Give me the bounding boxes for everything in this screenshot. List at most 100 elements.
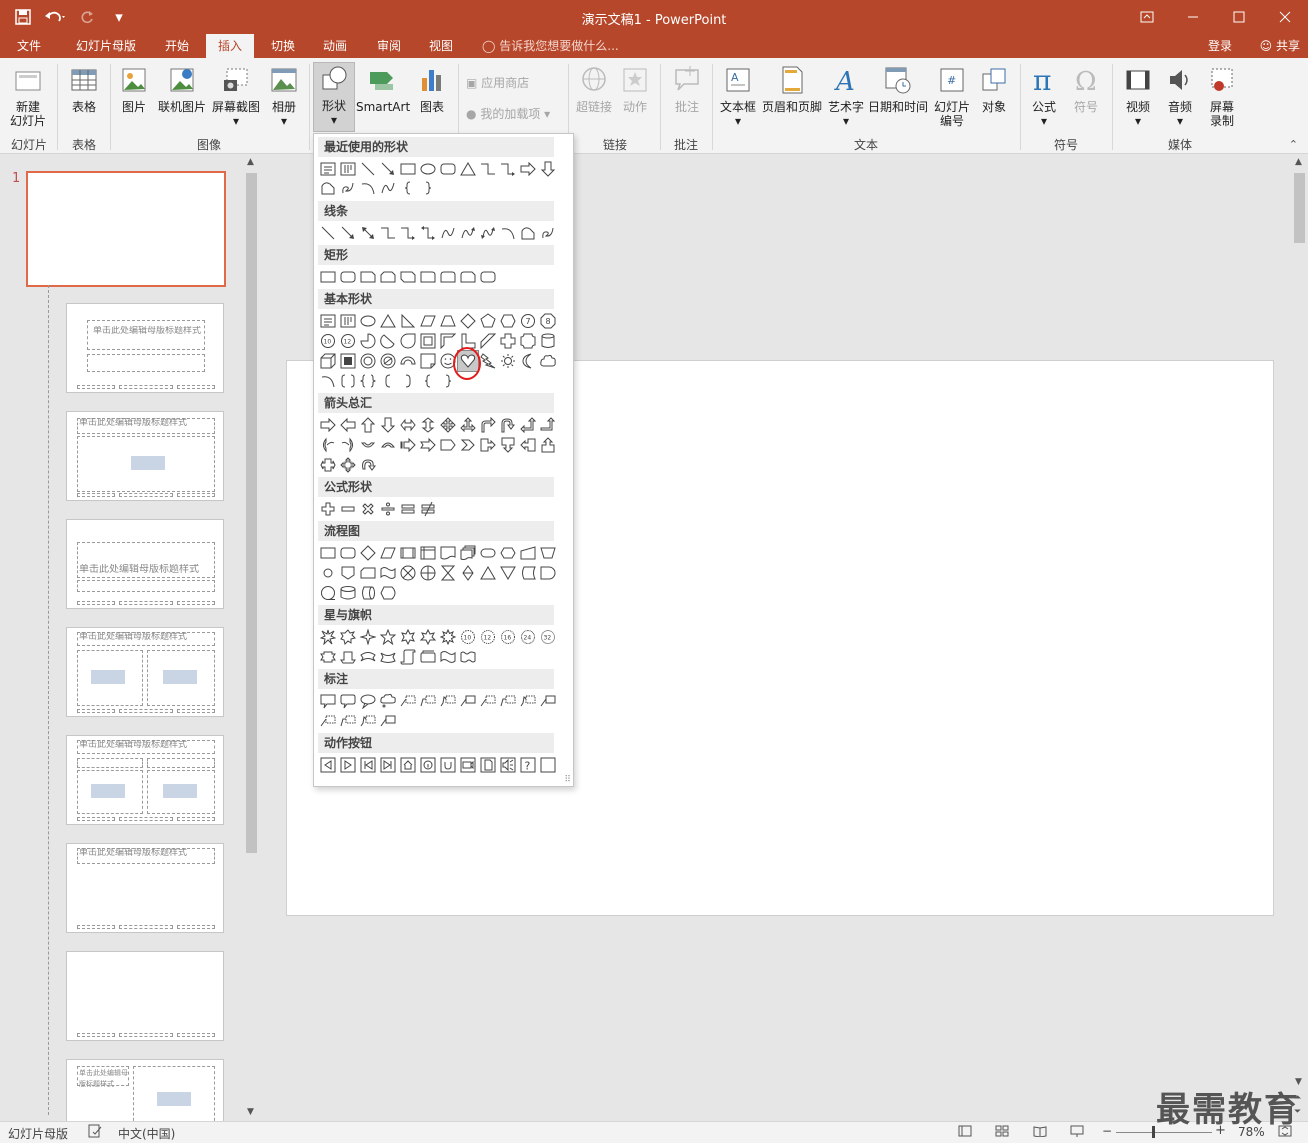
cross-shape-icon[interactable]	[498, 331, 518, 351]
scroll-up-icon[interactable]: ▲	[1295, 157, 1302, 167]
comment-button[interactable]: 批注	[666, 64, 708, 114]
star12-shape-icon[interactable]: 12	[478, 627, 498, 647]
object-button[interactable]: 对象	[976, 64, 1012, 114]
star7-shape-icon[interactable]	[418, 627, 438, 647]
blockarc-shape-icon[interactable]	[398, 351, 418, 371]
curvearrow-shape-icon[interactable]	[458, 223, 478, 243]
arc-shape-icon[interactable]	[498, 223, 518, 243]
delay-shape-icon[interactable]	[538, 563, 558, 583]
layout-thumbnail-content[interactable]: 单击此处编辑母版标题样式	[66, 411, 224, 501]
roundrect-shape-icon[interactable]	[438, 159, 458, 179]
udarrow-shape-icon[interactable]	[418, 415, 438, 435]
sort-shape-icon[interactable]	[458, 563, 478, 583]
parallelogram-shape-icon[interactable]	[418, 311, 438, 331]
octagon-shape-icon[interactable]: 8	[538, 311, 558, 331]
pie-shape-icon[interactable]	[358, 331, 378, 351]
roundcallout-shape-icon[interactable]	[338, 691, 358, 711]
diagstripe-shape-icon[interactable]	[478, 331, 498, 351]
downcallout-shape-icon[interactable]	[498, 435, 518, 455]
actsound-shape-icon[interactable]	[498, 755, 518, 775]
star4-shape-icon[interactable]	[358, 627, 378, 647]
ribbondown-shape-icon[interactable]	[318, 647, 338, 667]
video-button[interactable]: 视频 ▾	[1118, 64, 1158, 128]
plaque-shape-icon[interactable]	[518, 331, 538, 351]
curvedribbon2-shape-icon[interactable]	[378, 647, 398, 667]
spellcheck-icon[interactable]	[88, 1124, 102, 1141]
rbrace-shape-icon[interactable]	[438, 371, 458, 391]
lbracket-shape-icon[interactable]	[378, 371, 398, 391]
heptagon-shape-icon[interactable]: 7	[518, 311, 538, 331]
uparrow-shape-icon[interactable]	[358, 415, 378, 435]
round1-shape-icon[interactable]	[418, 267, 438, 287]
roundrect-shape-icon[interactable]	[338, 267, 358, 287]
quadarrow-shape-icon[interactable]	[438, 415, 458, 435]
linecallout4-shape-icon[interactable]	[378, 711, 398, 731]
freeform-shape-icon[interactable]	[518, 223, 538, 243]
elbowdbl-shape-icon[interactable]	[418, 223, 438, 243]
bracketpair-shape-icon[interactable]	[338, 371, 358, 391]
freeform-shape-icon[interactable]	[318, 178, 338, 198]
actfwd-shape-icon[interactable]	[338, 755, 358, 775]
maximize-icon[interactable]	[1216, 0, 1262, 34]
share-button[interactable]: ☺ 共享	[1260, 34, 1300, 58]
layout-thumbnail-blank[interactable]	[66, 951, 224, 1041]
actreturn-shape-icon[interactable]	[438, 755, 458, 775]
screenshot-button[interactable]: 屏幕截图 ▾	[210, 64, 262, 128]
actblank-shape-icon[interactable]	[538, 755, 558, 775]
can-shape-icon[interactable]	[538, 331, 558, 351]
elbowarrow-shape-icon[interactable]	[498, 159, 518, 179]
tab-home[interactable]: 开始	[156, 34, 198, 58]
slide-sorter-icon[interactable]	[995, 1125, 1009, 1140]
scribble-shape-icon[interactable]	[338, 178, 358, 198]
rbrace-shape-icon[interactable]	[418, 178, 438, 198]
acthelp-shape-icon[interactable]: ?	[518, 755, 538, 775]
acthome-shape-icon[interactable]	[398, 755, 418, 775]
round2-shape-icon[interactable]	[438, 267, 458, 287]
snip2-shape-icon[interactable]	[378, 267, 398, 287]
thumbnail-scrollbar[interactable]: ▲ ▼	[243, 155, 260, 1121]
scroll-thumb[interactable]	[246, 173, 257, 853]
arrow-shape-icon[interactable]	[378, 159, 398, 179]
leftcallout-shape-icon[interactable]	[518, 435, 538, 455]
linecallout3-shape-icon[interactable]	[518, 691, 538, 711]
actdoc-shape-icon[interactable]	[478, 755, 498, 775]
roundrect-shape-icon[interactable]	[478, 267, 498, 287]
minimize-icon[interactable]	[1170, 0, 1216, 34]
tab-view[interactable]: 视图	[420, 34, 462, 58]
divide-shape-icon[interactable]	[378, 499, 398, 519]
leftarrow-shape-icon[interactable]	[338, 415, 358, 435]
snip1-shape-icon[interactable]	[358, 267, 378, 287]
actbegin-shape-icon[interactable]	[358, 755, 378, 775]
diamond-shape-icon[interactable]	[458, 311, 478, 331]
action-button[interactable]: 动作	[617, 64, 653, 114]
frame-shape-icon[interactable]	[418, 331, 438, 351]
actend-shape-icon[interactable]	[378, 755, 398, 775]
predefined-shape-icon[interactable]	[398, 543, 418, 563]
star10-shape-icon[interactable]: 10	[458, 627, 478, 647]
foldedcorner-shape-icon[interactable]	[418, 351, 438, 371]
linecallout2-shape-icon[interactable]	[498, 691, 518, 711]
magdisk-shape-icon[interactable]	[338, 583, 358, 603]
cube-shape-icon[interactable]	[318, 351, 338, 371]
textbox-shape-icon[interactable]	[318, 311, 338, 331]
equation-button[interactable]: π 公式 ▾	[1026, 64, 1062, 128]
resize-grip-icon[interactable]: ⠿	[564, 775, 571, 785]
undo-icon[interactable]	[42, 6, 68, 28]
linecallout2-shape-icon[interactable]	[338, 711, 358, 731]
hexagon-shape-icon[interactable]	[498, 311, 518, 331]
star32-shape-icon[interactable]: 32	[538, 627, 558, 647]
actinfo-shape-icon[interactable]	[418, 755, 438, 775]
zoom-slider-knob[interactable]	[1152, 1126, 1156, 1138]
card-shape-icon[interactable]	[358, 563, 378, 583]
vscroll-shape-icon[interactable]	[398, 647, 418, 667]
star6-shape-icon[interactable]	[398, 627, 418, 647]
downarrow-shape-icon[interactable]	[378, 415, 398, 435]
moon-shape-icon[interactable]	[518, 351, 538, 371]
layout-thumbnail-comparison[interactable]: 单击此处编辑母版标题样式	[66, 735, 224, 825]
hyperlink-button[interactable]: 超链接	[573, 64, 615, 114]
tab-transitions[interactable]: 切换	[262, 34, 304, 58]
dblarrow-shape-icon[interactable]	[358, 223, 378, 243]
lruarrow-shape-icon[interactable]	[458, 415, 478, 435]
terminator-shape-icon[interactable]	[478, 543, 498, 563]
linecallout1-shape-icon[interactable]	[318, 711, 338, 731]
